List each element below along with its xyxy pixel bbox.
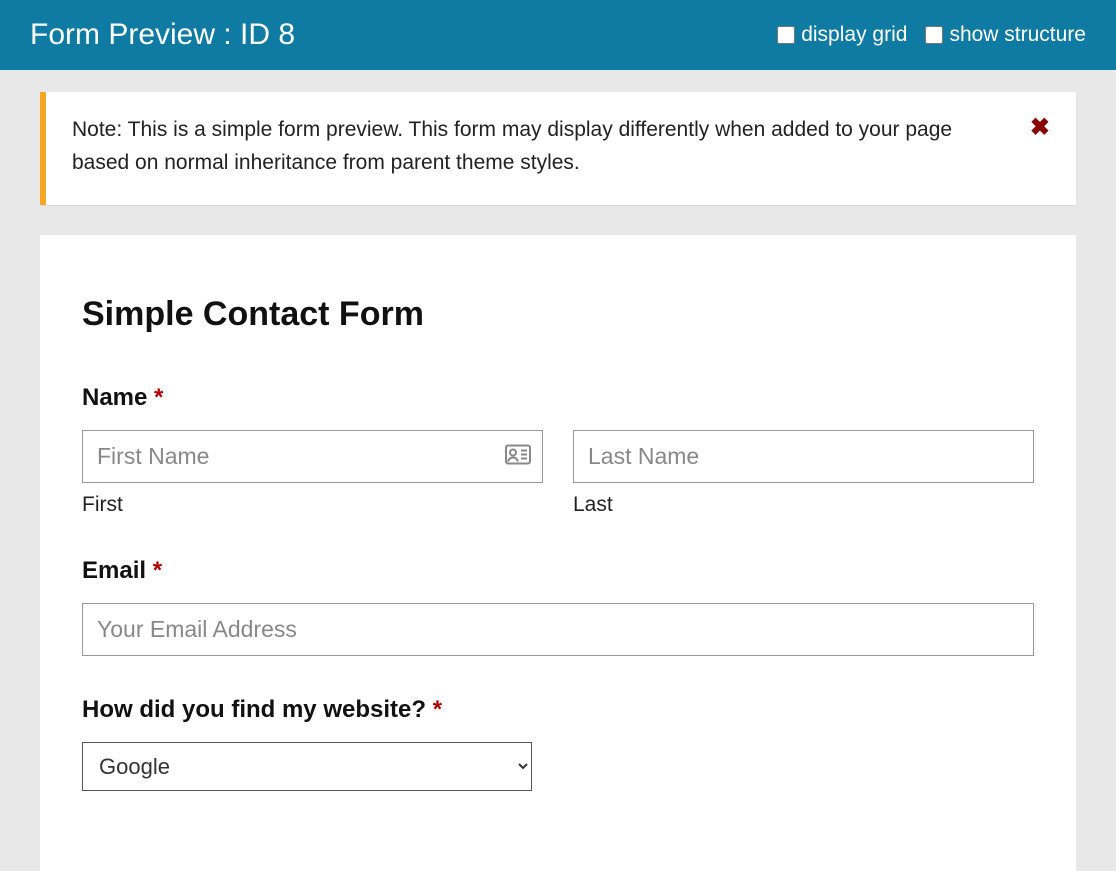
email-field: Email * [82, 557, 1034, 656]
last-name-col: Last [573, 430, 1034, 517]
name-label: Name * [82, 384, 1034, 412]
display-grid-option[interactable]: display grid [777, 23, 907, 47]
display-grid-label: display grid [801, 23, 907, 47]
first-name-col: First [82, 430, 543, 517]
preview-notice: Note: This is a simple form preview. Thi… [40, 92, 1076, 205]
page-title: Form Preview : ID 8 [30, 18, 295, 52]
display-grid-checkbox[interactable] [777, 26, 795, 44]
referral-label: How did you find my website? * [82, 696, 1034, 724]
show-structure-label: show structure [949, 23, 1086, 47]
show-structure-checkbox[interactable] [925, 26, 943, 44]
first-name-sublabel: First [82, 493, 543, 517]
contact-card-icon [505, 444, 531, 469]
referral-label-text: How did you find my website? [82, 696, 426, 723]
form-container: Simple Contact Form Name * [40, 235, 1076, 871]
form-title: Simple Contact Form [82, 295, 1034, 334]
name-field: Name * [82, 384, 1034, 517]
email-label-text: Email [82, 557, 146, 584]
close-icon[interactable]: ✖ [1030, 114, 1050, 140]
header-options: display grid show structure [777, 23, 1086, 47]
referral-select[interactable]: Google [82, 742, 532, 791]
first-name-input[interactable] [82, 430, 543, 483]
page-header: Form Preview : ID 8 display grid show st… [0, 0, 1116, 70]
required-mark: * [154, 384, 163, 411]
email-input[interactable] [82, 603, 1034, 656]
name-row: First Last [82, 430, 1034, 517]
required-mark: * [153, 557, 162, 584]
name-label-text: Name [82, 384, 147, 411]
required-mark: * [433, 696, 442, 723]
notice-text: Note: This is a simple form preview. Thi… [72, 114, 1030, 179]
last-name-input[interactable] [573, 430, 1034, 483]
show-structure-option[interactable]: show structure [925, 23, 1086, 47]
first-name-wrapper [82, 430, 543, 483]
referral-field: How did you find my website? * Google [82, 696, 1034, 791]
email-label: Email * [82, 557, 1034, 585]
last-name-sublabel: Last [573, 493, 1034, 517]
